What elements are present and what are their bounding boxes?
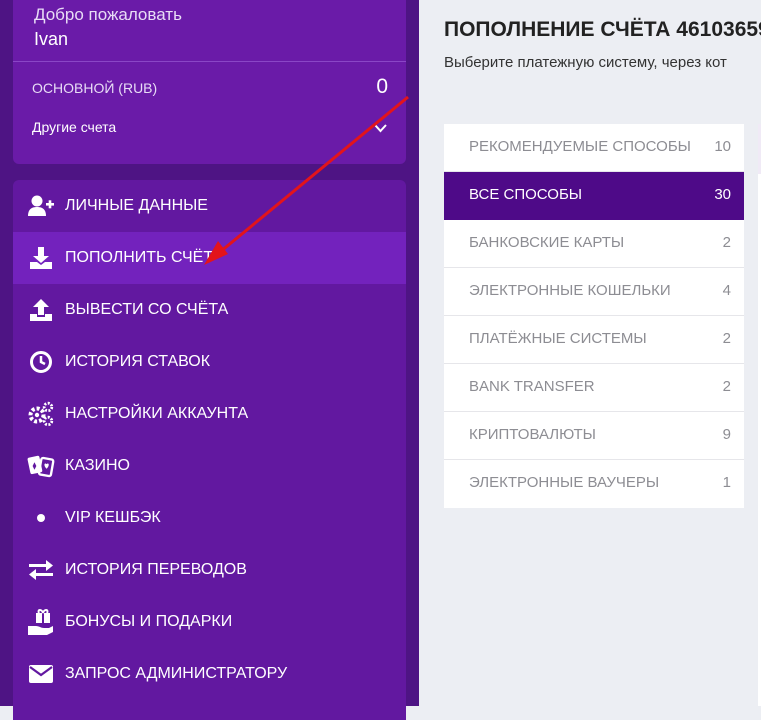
method-count: 30 — [714, 186, 731, 203]
method-tab-e-vouchers[interactable]: ЭЛЕКТРОННЫЕ ВАУЧЕРЫ 1 — [444, 460, 744, 508]
menu-item-bet-history[interactable]: ИСТОРИЯ СТАВОК — [13, 336, 406, 388]
account-menu: ЛИЧНЫЕ ДАННЫЕ ПОПОЛНИТЬ СЧЁТ ВЫВЕСТИ СО … — [13, 180, 406, 720]
user-add-icon — [27, 192, 55, 220]
method-tab-crypto[interactable]: КРИПТОВАЛЮТЫ 9 — [444, 412, 744, 460]
method-label: ПЛАТЁЖНЫЕ СИСТЕМЫ — [469, 330, 647, 347]
welcome-text: Добро пожаловать — [34, 5, 182, 24]
menu-item-label: ПОПОЛНИТЬ СЧЁТ — [65, 249, 214, 266]
menu-item-deposit[interactable]: ПОПОЛНИТЬ СЧЁТ — [13, 232, 406, 284]
method-label: БАНКОВСКИЕ КАРТЫ — [469, 234, 625, 251]
menu-item-label: ИСТОРИЯ ПЕРЕВОДОВ — [65, 561, 247, 578]
menu-item-personal-data[interactable]: ЛИЧНЫЕ ДАННЫЕ — [13, 180, 406, 232]
method-count: 2 — [722, 378, 731, 395]
main-content: ПОПОЛНЕНИЕ СЧЁТА 46103659 Выберите плате… — [419, 0, 761, 706]
menu-item-label: ЛИЧНЫЕ ДАННЫЕ — [65, 197, 208, 214]
method-label: ВСЕ СПОСОБЫ — [469, 186, 583, 203]
cards-icon — [27, 452, 55, 480]
menu-item-transfer-history[interactable]: ИСТОРИЯ ПЕРЕВОДОВ — [13, 544, 406, 596]
gears-icon — [27, 400, 55, 428]
balance-label: ОСНОВНОЙ (RUB) — [32, 80, 158, 96]
menu-item-label: ВЫВЕСТИ СО СЧЁТА — [65, 301, 229, 318]
download-icon — [27, 244, 55, 272]
dot-icon — [27, 504, 55, 532]
gift-hand-icon — [27, 608, 55, 636]
method-label: РЕКОМЕНДУЕМЫЕ СПОСОБЫ — [469, 138, 691, 155]
chevron-down-icon[interactable] — [373, 122, 388, 134]
method-label: BANK TRANSFER — [469, 378, 595, 395]
envelope-icon — [27, 660, 55, 688]
method-tab-payment-systems[interactable]: ПЛАТЁЖНЫЕ СИСТЕМЫ 2 — [444, 316, 744, 364]
menu-item-account-settings[interactable]: НАСТРОЙКИ АККАУНТА — [13, 388, 406, 440]
menu-item-label: КАЗИНО — [65, 457, 130, 474]
method-count: 9 — [722, 426, 731, 443]
method-label: КРИПТОВАЛЮТЫ — [469, 426, 596, 443]
menu-item-label: ИСТОРИЯ СТАВОК — [65, 353, 211, 370]
upload-icon — [27, 296, 55, 324]
method-count: 4 — [722, 282, 731, 299]
menu-item-bonuses[interactable]: БОНУСЫ И ПОДАРКИ — [13, 596, 406, 648]
divider — [13, 61, 406, 62]
menu-item-label: НАСТРОЙКИ АККАУНТА — [65, 405, 249, 422]
page-subtitle: Выберите платежную систему, через кот — [444, 54, 727, 71]
transfer-arrows-icon — [27, 556, 55, 584]
method-tab-bank-cards[interactable]: БАНКОВСКИЕ КАРТЫ 2 — [444, 220, 744, 268]
sidebar: Добро пожаловать Ivan ОСНОВНОЙ (RUB) 0 Д… — [0, 0, 419, 720]
other-accounts-toggle[interactable]: Другие счета — [32, 119, 116, 135]
method-tab-bank-transfer[interactable]: BANK TRANSFER 2 — [444, 364, 744, 412]
menu-item-label: БОНУСЫ И ПОДАРКИ — [65, 613, 233, 630]
method-tab-recommended[interactable]: РЕКОМЕНДУЕМЫЕ СПОСОБЫ 10 — [444, 124, 744, 172]
method-tab-e-wallets[interactable]: ЭЛЕКТРОННЫЕ КОШЕЛЬКИ 4 — [444, 268, 744, 316]
page-title: ПОПОЛНЕНИЕ СЧЁТА 46103659 — [444, 18, 761, 41]
method-tab-all[interactable]: ВСЕ СПОСОБЫ 30 — [444, 172, 744, 220]
menu-item-label: VIP КЕШБЭК — [65, 509, 161, 526]
method-count: 1 — [722, 474, 731, 491]
menu-item-withdraw[interactable]: ВЫВЕСТИ СО СЧЁТА — [13, 284, 406, 336]
method-count: 10 — [714, 138, 731, 155]
username: Ivan — [34, 29, 69, 49]
menu-item-vip-cashback[interactable]: VIP КЕШБЭК — [13, 492, 406, 544]
menu-item-casino[interactable]: КАЗИНО — [13, 440, 406, 492]
method-count: 2 — [722, 330, 731, 347]
balance-value: 0 — [376, 75, 388, 98]
method-label: ЭЛЕКТРОННЫЕ ВАУЧЕРЫ — [469, 474, 660, 491]
clock-icon — [27, 348, 55, 376]
menu-item-label: ЗАПРОС АДМИНИСТРАТОРУ — [65, 665, 288, 682]
account-card: Добро пожаловать Ivan ОСНОВНОЙ (RUB) 0 Д… — [13, 0, 406, 164]
method-label: ЭЛЕКТРОННЫЕ КОШЕЛЬКИ — [469, 282, 671, 299]
method-count: 2 — [722, 234, 731, 251]
payment-method-list: РЕКОМЕНДУЕМЫЕ СПОСОБЫ 10 ВСЕ СПОСОБЫ 30 … — [444, 124, 744, 508]
menu-item-admin-request[interactable]: ЗАПРОС АДМИНИСТРАТОРУ — [13, 648, 406, 700]
